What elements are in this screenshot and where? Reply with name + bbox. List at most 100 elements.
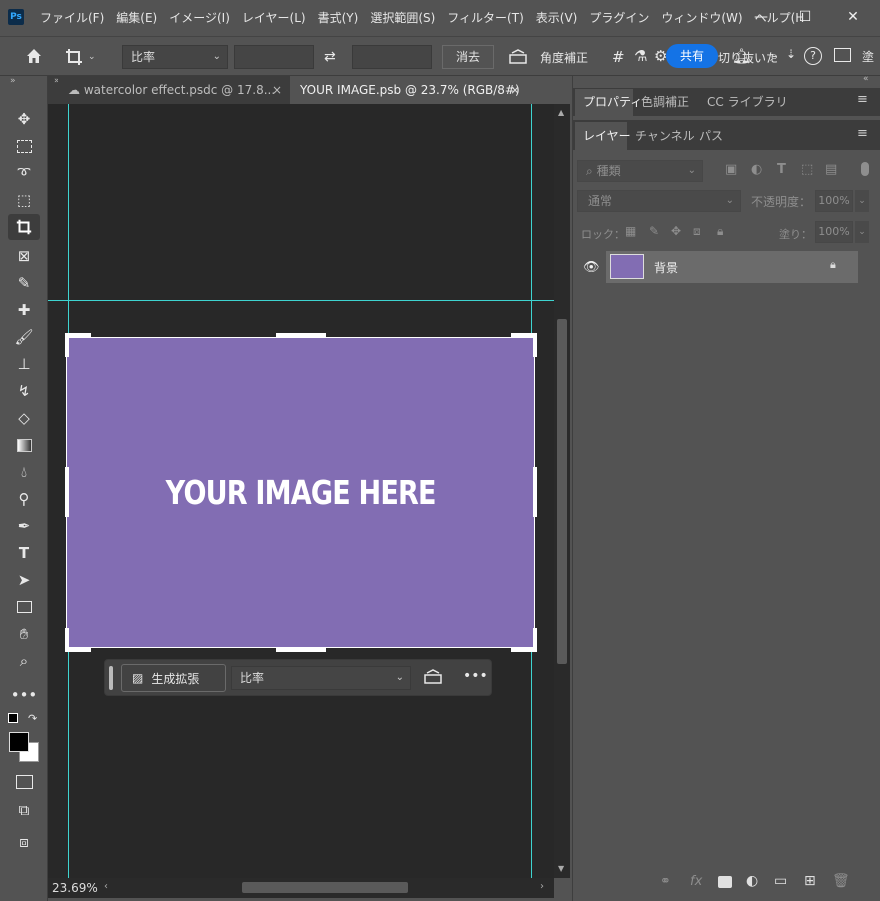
layers-menu-icon[interactable]: ≡ xyxy=(857,126,868,141)
foreground-color-swatch[interactable] xyxy=(9,732,29,752)
filter-adjustment-icon[interactable]: ◐ xyxy=(751,162,762,177)
add-mask-icon[interactable] xyxy=(718,876,732,888)
height-field[interactable] xyxy=(352,45,432,69)
straighten-icon[interactable] xyxy=(508,49,528,65)
fx-icon[interactable]: fx xyxy=(690,874,702,889)
clear-button[interactable]: 消去 xyxy=(442,45,494,69)
menu-file[interactable]: ファイル(F) xyxy=(40,9,104,26)
menu-image[interactable]: イメージ(I) xyxy=(169,9,230,26)
more-tools-icon[interactable]: ••• xyxy=(8,682,40,708)
zoom-tool-icon[interactable]: ⌕ xyxy=(8,648,40,674)
tab-paths[interactable]: パス xyxy=(699,123,723,149)
scroll-right-icon[interactable]: › xyxy=(540,881,544,892)
blur-tool-icon[interactable]: 💧︎ xyxy=(8,459,40,485)
grid-overlay-icon[interactable]: # xyxy=(612,48,625,66)
default-colors-icon[interactable] xyxy=(8,713,18,723)
tab-adjustments[interactable]: 色調補正 xyxy=(641,89,689,115)
quick-mask-icon[interactable] xyxy=(8,769,40,795)
layer-name[interactable]: 背景 xyxy=(654,259,678,276)
filter-shape-icon[interactable]: ⬚ xyxy=(801,162,813,177)
menu-edit[interactable]: 編集(E) xyxy=(116,9,157,26)
generative-expand-button[interactable]: ▨ 生成拡張 xyxy=(121,664,226,692)
menu-filter[interactable]: フィルター(T) xyxy=(447,9,523,26)
panel-menu-icon[interactable]: ≡ xyxy=(857,92,868,107)
crop-handle-top[interactable] xyxy=(276,333,326,337)
tab-close-icon[interactable]: × xyxy=(510,76,520,104)
share-review-icon[interactable]: ⧈ xyxy=(8,829,40,855)
lock-paint-icon[interactable]: ✎ xyxy=(649,224,659,238)
tab-your-image[interactable]: YOUR IMAGE.psb @ 23.7% (RGB/8#) × xyxy=(290,76,528,104)
swap-icon[interactable]: ⇄ xyxy=(324,49,342,65)
straighten-icon[interactable] xyxy=(423,669,443,688)
dodge-tool-icon[interactable]: ⚲ xyxy=(8,486,40,512)
home-icon[interactable] xyxy=(24,46,44,66)
fill-label-partial[interactable]: 塗 xyxy=(862,48,874,65)
ratio-select[interactable]: 比率 ⌄ xyxy=(122,45,228,69)
maximize-icon[interactable]: ☐ xyxy=(782,0,828,34)
help-icon[interactable]: ? xyxy=(804,47,822,65)
filter-toggle[interactable] xyxy=(861,162,869,176)
menu-layer[interactable]: レイヤー(L) xyxy=(242,9,306,26)
tab-watercolor[interactable]: ☁ watercolor effect.psdc @ 17.8... × xyxy=(58,76,288,104)
blend-mode-select[interactable]: 通常 ⌄ xyxy=(577,190,741,212)
eraser-tool-icon[interactable]: ◇ xyxy=(8,405,40,431)
lock-artboard-icon[interactable]: ⧈ xyxy=(693,224,701,239)
tab-close-icon[interactable]: × xyxy=(272,76,282,104)
layer-lock-icon[interactable]: 🔒︎ xyxy=(830,258,836,272)
vertical-scroll-thumb[interactable] xyxy=(557,319,567,664)
collapse-icon[interactable]: » xyxy=(10,76,16,86)
crop-handle-bottom-left[interactable] xyxy=(65,628,69,652)
link-layers-icon[interactable]: ⚭ xyxy=(660,874,671,889)
path-select-tool-icon[interactable]: ➤ xyxy=(8,567,40,593)
close-icon[interactable]: ✕ xyxy=(830,0,876,34)
delete-layer-icon[interactable]: 🗑︎ xyxy=(832,873,850,889)
menu-window[interactable]: ウィンドウ(W) xyxy=(661,9,742,26)
vertical-scrollbar[interactable]: ▲ ▼ xyxy=(554,104,570,878)
history-brush-tool-icon[interactable]: ↯ xyxy=(8,378,40,404)
context-ratio-select[interactable]: 比率 ⌄ xyxy=(231,666,411,690)
chevron-down-icon[interactable]: ⌄ xyxy=(855,221,869,243)
filter-smart-object-icon[interactable]: ▤ xyxy=(825,162,837,177)
arrange-icon[interactable]: ⇣ xyxy=(786,47,796,61)
object-select-tool-icon[interactable]: ⬚ xyxy=(8,187,40,213)
menu-view[interactable]: 表示(V) xyxy=(536,9,578,26)
opacity-field[interactable]: 100% xyxy=(815,190,853,212)
bell-icon[interactable]: 🔔︎ xyxy=(732,47,751,65)
workspace-icon[interactable] xyxy=(834,48,851,62)
menu-select[interactable]: 選択範囲(S) xyxy=(370,9,435,26)
straighten-label[interactable]: 角度補正 xyxy=(540,49,588,66)
hand-tool-icon[interactable]: ✋︎ xyxy=(8,621,40,647)
tab-cc-libraries[interactable]: CC ライブラリ xyxy=(707,89,788,115)
filter-type-icon[interactable]: T xyxy=(777,162,786,177)
layer-filter-select[interactable]: ⌕ 種類 ⌄ xyxy=(577,160,703,182)
search-icon[interactable]: ⌕ xyxy=(770,47,778,65)
menu-plugins[interactable]: プラグイン xyxy=(589,9,649,26)
tab-properties[interactable]: プロパティ xyxy=(575,89,642,116)
screen-mode-icon[interactable]: ⧉ xyxy=(8,797,40,823)
swap-colors-icon[interactable]: ↷ xyxy=(28,712,37,725)
tab-layers[interactable]: レイヤー xyxy=(575,122,631,150)
layer-row[interactable]: 背景 🔒︎ xyxy=(606,251,858,283)
gradient-tool-icon[interactable] xyxy=(8,432,40,458)
more-options-icon[interactable]: ••• xyxy=(463,668,488,684)
crop-tool-icon[interactable] xyxy=(8,214,40,240)
pen-tool-icon[interactable]: ✒ xyxy=(8,513,40,539)
crop-handle-bottom[interactable] xyxy=(276,648,326,652)
crop-handle-top-left[interactable] xyxy=(65,333,69,357)
crop-handle-bottom-right[interactable] xyxy=(533,628,537,652)
crop-handle-left[interactable] xyxy=(65,467,69,517)
rectangle-tool-icon[interactable] xyxy=(8,594,40,620)
zoom-level[interactable]: 23.69% xyxy=(52,881,98,895)
lock-position-icon[interactable]: ✥ xyxy=(671,224,681,238)
crop-handle-right[interactable] xyxy=(533,467,537,517)
menu-type[interactable]: 書式(Y) xyxy=(318,9,359,26)
type-tool-icon[interactable]: T xyxy=(8,540,40,566)
crop-preset-icon[interactable]: ⌄ xyxy=(64,45,104,69)
new-adjustment-icon[interactable]: ◐ xyxy=(746,873,758,889)
lasso-tool-icon[interactable]: ➰︎ xyxy=(8,160,40,186)
crop-handle-top-right[interactable] xyxy=(533,333,537,357)
panel-collapse-icon[interactable]: « xyxy=(863,74,869,84)
lock-transparent-icon[interactable]: ▦ xyxy=(625,224,636,238)
scroll-up-icon[interactable]: ▲ xyxy=(558,108,564,117)
new-layer-icon[interactable]: ⊞ xyxy=(804,873,816,889)
